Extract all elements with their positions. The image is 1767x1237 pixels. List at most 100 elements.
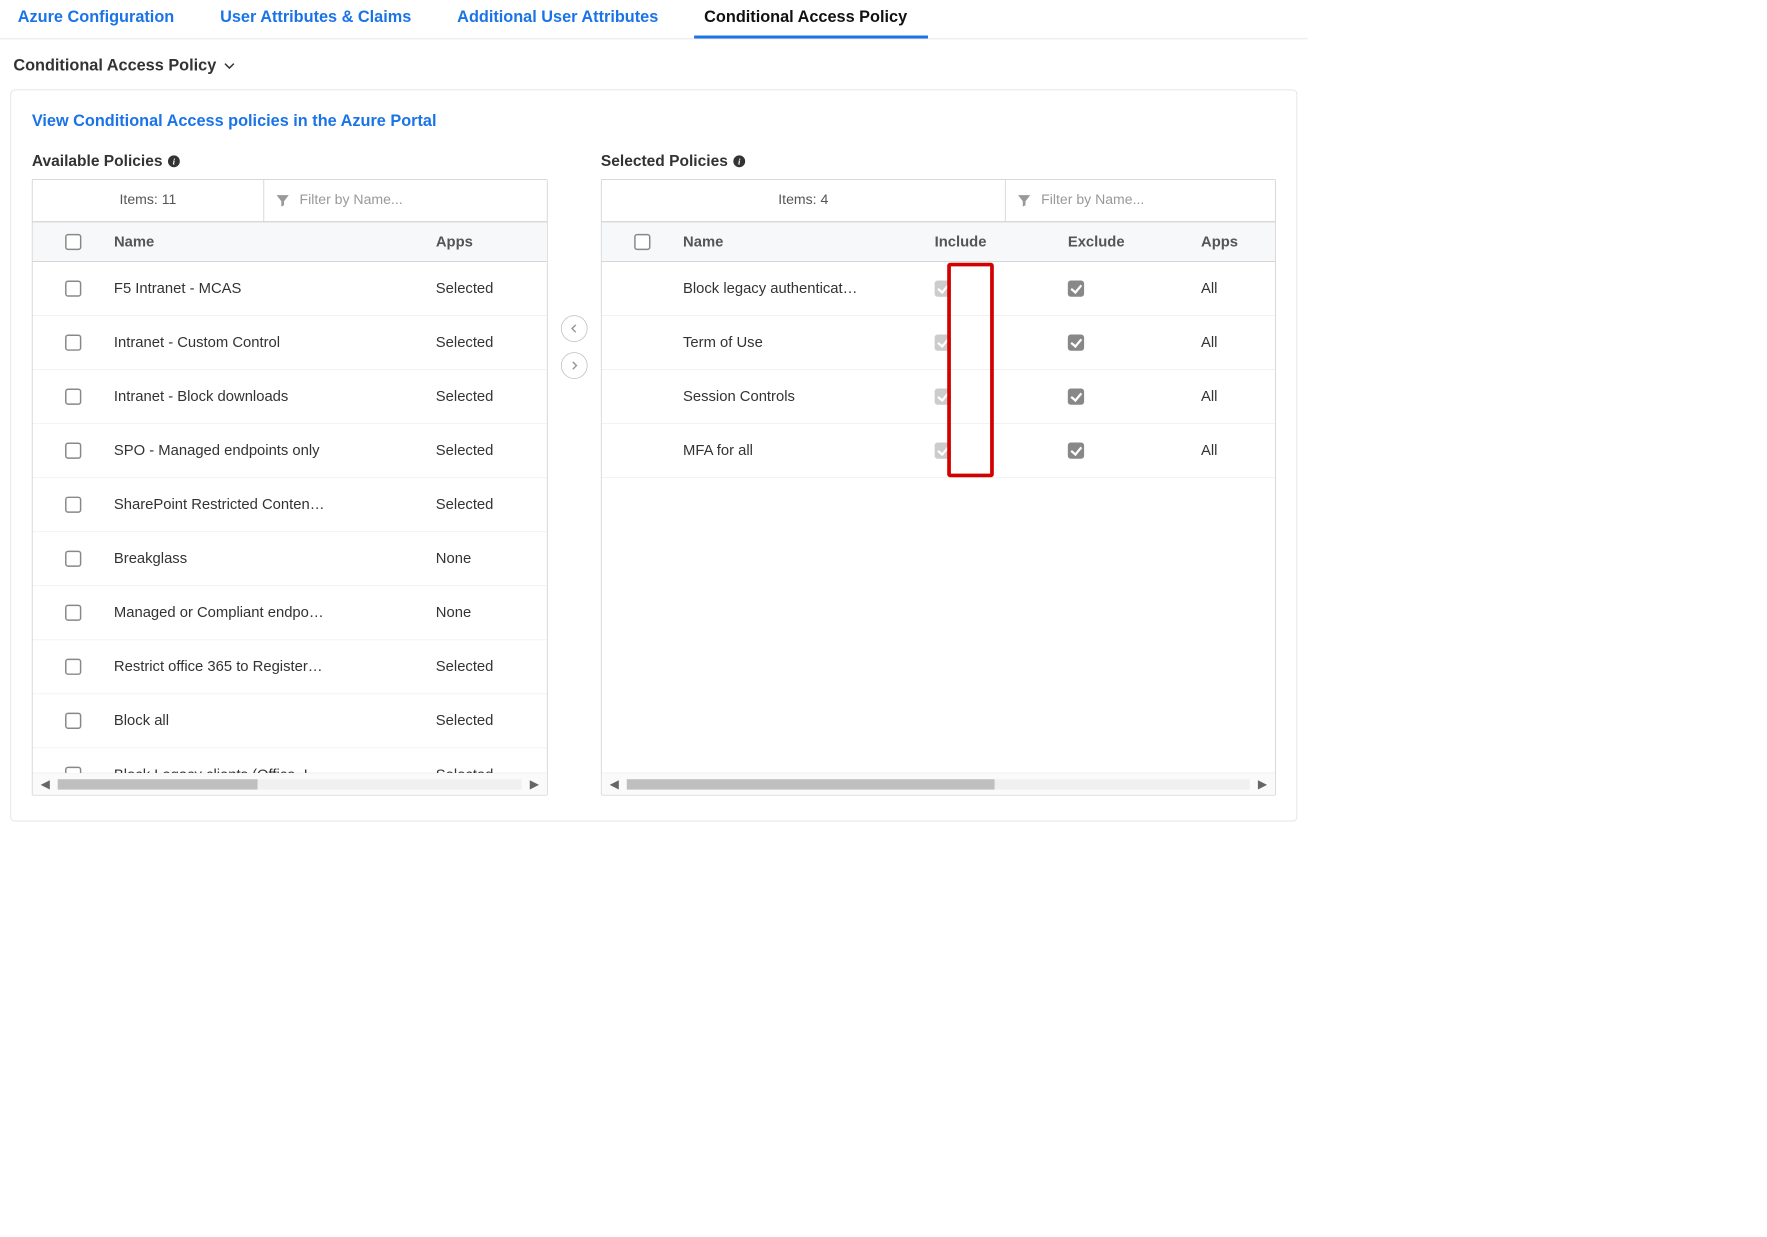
table-row[interactable]: SharePoint Restricted Conten…Selected: [33, 478, 547, 532]
available-items-count: Items: 11: [33, 180, 264, 221]
table-row[interactable]: Intranet - Custom ControlSelected: [33, 316, 547, 370]
filter-icon: [1016, 192, 1032, 208]
available-filter-input[interactable]: [300, 192, 537, 208]
row-checkbox[interactable]: [65, 605, 81, 621]
selected-policies-section: Selected Policies i Items: 4: [601, 152, 1276, 795]
policy-apps: None: [436, 550, 547, 567]
policy-apps: Selected: [436, 334, 547, 351]
exclude-checkbox[interactable]: [1068, 334, 1084, 350]
policy-apps: All: [1201, 334, 1275, 351]
available-select-all-checkbox[interactable]: [65, 234, 81, 250]
scroll-left-icon[interactable]: ◀: [602, 777, 627, 792]
policy-name: Intranet - Custom Control: [114, 334, 436, 351]
selected-hscroll[interactable]: ◀ ▶: [602, 773, 1275, 795]
policy-apps: Selected: [436, 442, 547, 459]
policy-name: MFA for all: [683, 442, 935, 459]
selected-col-apps[interactable]: Apps: [1201, 233, 1275, 250]
table-row[interactable]: Intranet - Block downloadsSelected: [33, 370, 547, 424]
policy-name: Session Controls: [683, 388, 935, 405]
table-row[interactable]: Block Legacy clients (Office, I…Selected: [33, 748, 547, 772]
include-checkbox[interactable]: [935, 334, 951, 350]
table-row[interactable]: BreakglassNone: [33, 532, 547, 586]
table-row[interactable]: F5 Intranet - MCASSelected: [33, 262, 547, 316]
row-checkbox[interactable]: [65, 334, 81, 350]
policy-apps: Selected: [436, 496, 547, 513]
policy-apps: All: [1201, 280, 1275, 297]
info-icon: i: [167, 152, 180, 170]
policy-name: Block Legacy clients (Office, I…: [114, 766, 436, 772]
scroll-right-icon[interactable]: ▶: [1250, 777, 1275, 792]
table-row[interactable]: Restrict office 365 to Register…Selected: [33, 640, 547, 694]
scroll-left-icon[interactable]: ◀: [33, 777, 58, 792]
table-row[interactable]: Term of Use All: [602, 316, 1275, 370]
exclude-checkbox[interactable]: [1068, 389, 1084, 405]
policy-name: SharePoint Restricted Conten…: [114, 496, 436, 513]
available-scroll-area[interactable]: F5 Intranet - MCASSelectedIntranet - Cus…: [33, 262, 547, 773]
selected-col-include[interactable]: Include: [935, 233, 1068, 250]
row-checkbox[interactable]: [65, 497, 81, 513]
policy-name: Block all: [114, 712, 436, 729]
transfer-buttons: [548, 152, 601, 378]
tab-user-attributes-claims[interactable]: User Attributes & Claims: [210, 0, 432, 38]
table-row[interactable]: Block legacy authenticat…All: [602, 262, 1275, 316]
policy-name: Restrict office 365 to Register…: [114, 658, 436, 675]
main-panel: View Conditional Access policies in the …: [10, 90, 1297, 822]
policy-name: F5 Intranet - MCAS: [114, 280, 436, 297]
selected-col-name[interactable]: Name: [683, 233, 935, 250]
policy-name: Managed or Compliant endpo…: [114, 604, 436, 621]
available-hscroll[interactable]: ◀ ▶: [33, 773, 547, 795]
available-col-name[interactable]: Name: [114, 233, 436, 250]
row-checkbox[interactable]: [65, 280, 81, 296]
info-icon: i: [732, 152, 745, 170]
policy-apps: Selected: [436, 388, 547, 405]
policy-name: SPO - Managed endpoints only: [114, 442, 436, 459]
selected-select-all-checkbox[interactable]: [634, 234, 650, 250]
policy-name: Intranet - Block downloads: [114, 388, 436, 405]
selected-title: Selected Policies i: [601, 152, 1276, 170]
policy-apps: All: [1201, 388, 1275, 405]
azure-portal-link[interactable]: View Conditional Access policies in the …: [32, 111, 1276, 130]
policy-apps: All: [1201, 442, 1275, 459]
policy-apps: Selected: [436, 658, 547, 675]
tabs-bar: Azure Configuration User Attributes & Cl…: [0, 0, 1308, 39]
policy-name: Term of Use: [683, 334, 935, 351]
policy-apps: Selected: [436, 712, 547, 729]
available-col-apps[interactable]: Apps: [436, 233, 547, 250]
row-checkbox[interactable]: [65, 767, 81, 773]
scroll-right-icon[interactable]: ▶: [522, 777, 547, 792]
section-title-text: Conditional Access Policy: [13, 56, 216, 75]
selected-filter-input[interactable]: [1041, 192, 1264, 208]
exclude-checkbox[interactable]: [1068, 280, 1084, 296]
policy-apps: Selected: [436, 280, 547, 297]
include-checkbox[interactable]: [935, 389, 951, 405]
table-row[interactable]: Managed or Compliant endpo…None: [33, 586, 547, 640]
caret-down-icon: [224, 56, 236, 75]
tab-azure-configuration[interactable]: Azure Configuration: [7, 0, 195, 38]
available-filter[interactable]: [264, 180, 547, 221]
move-left-button[interactable]: [561, 315, 588, 342]
selected-filter[interactable]: [1006, 180, 1275, 221]
row-checkbox[interactable]: [65, 713, 81, 729]
tab-conditional-access-policy[interactable]: Conditional Access Policy: [694, 0, 928, 38]
available-policies-section: Available Policies i Items: 11: [32, 152, 548, 795]
include-checkbox[interactable]: [935, 443, 951, 459]
table-row[interactable]: MFA for all All: [602, 424, 1275, 478]
policy-name: Breakglass: [114, 550, 436, 567]
exclude-checkbox[interactable]: [1068, 443, 1084, 459]
selected-col-exclude[interactable]: Exclude: [1068, 233, 1201, 250]
row-checkbox[interactable]: [65, 443, 81, 459]
table-row[interactable]: Session Controls All: [602, 370, 1275, 424]
selected-items-count: Items: 4: [602, 180, 1006, 221]
available-title: Available Policies i: [32, 152, 548, 170]
selected-scroll-area[interactable]: Block legacy authenticat…All Term of Use A…: [602, 262, 1275, 773]
include-checkbox[interactable]: [935, 280, 951, 296]
move-right-button[interactable]: [561, 352, 588, 379]
table-row[interactable]: Block allSelected: [33, 694, 547, 748]
row-checkbox[interactable]: [65, 389, 81, 405]
row-checkbox[interactable]: [65, 659, 81, 675]
table-row[interactable]: SPO - Managed endpoints onlySelected: [33, 424, 547, 478]
policy-apps: None: [436, 604, 547, 621]
row-checkbox[interactable]: [65, 551, 81, 567]
section-title[interactable]: Conditional Access Policy: [0, 39, 1308, 82]
tab-additional-user-attributes[interactable]: Additional User Attributes: [447, 0, 679, 38]
